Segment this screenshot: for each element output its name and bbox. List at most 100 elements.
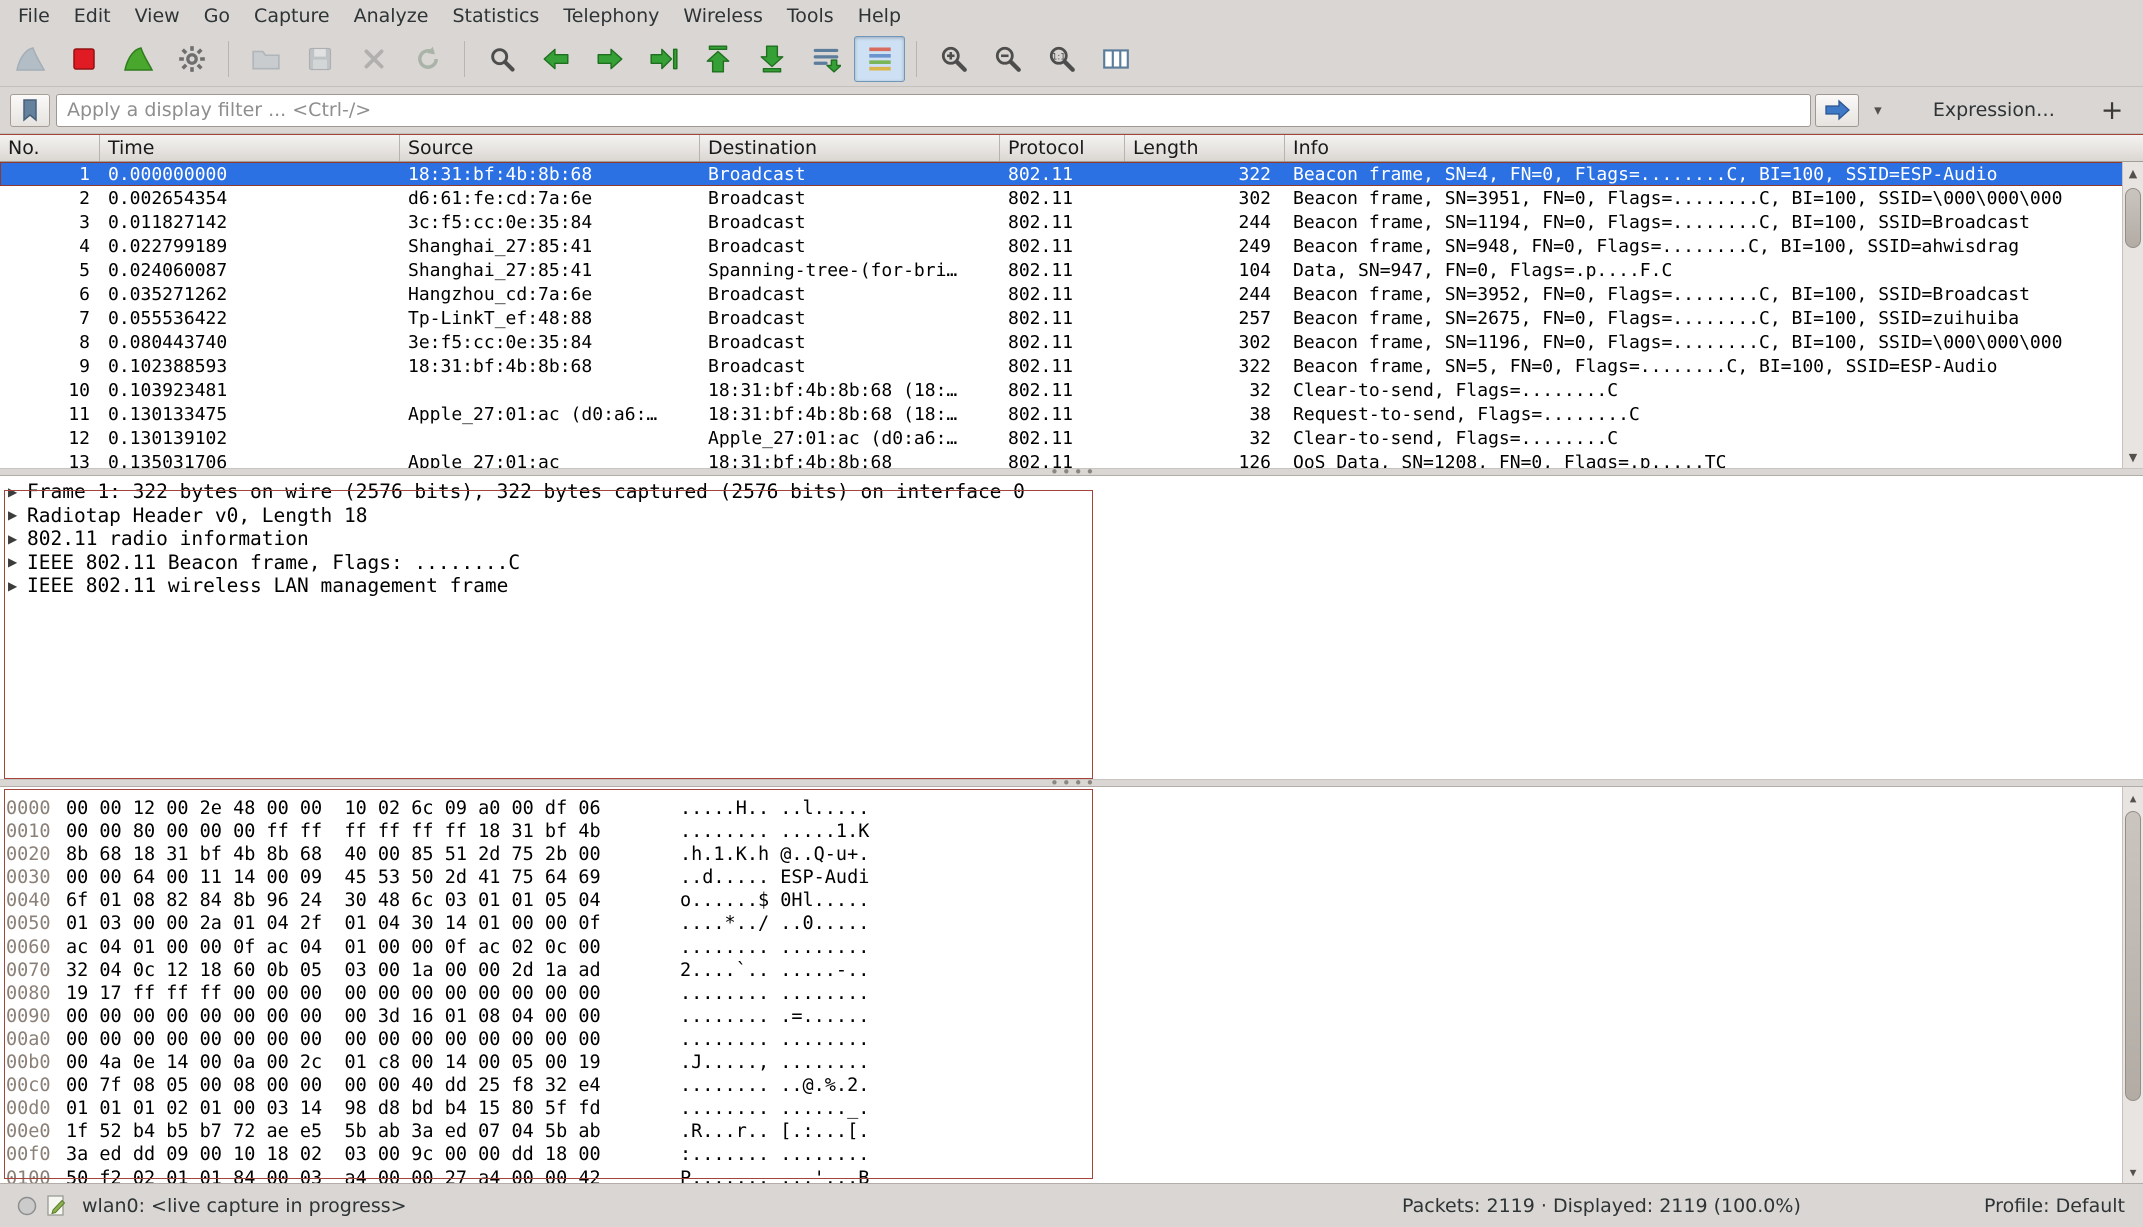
menu-help[interactable]: Help [846, 2, 913, 30]
colorize-button[interactable] [854, 36, 905, 82]
column-header-no[interactable]: No. [0, 135, 100, 161]
column-header-time[interactable]: Time [100, 135, 400, 161]
hex-row[interactable]: 00208b 68 18 31 bf 4b 8b 68 40 00 85 51 … [0, 844, 2143, 867]
go-last-button[interactable] [746, 36, 797, 82]
profile-text[interactable]: Profile: Default [1984, 1195, 2125, 1217]
scroll-down-button[interactable]: ▼ [2123, 446, 2143, 468]
packet-cell-source: 3e:f5:cc:0e:35:84 [400, 332, 700, 353]
packet-cell-destination: Broadcast [700, 308, 1000, 329]
expression-button[interactable]: Expression… [1919, 99, 2069, 121]
scroll-thumb[interactable] [2125, 188, 2141, 248]
hex-row[interactable]: 000000 00 12 00 2e 48 00 00 10 02 6c 09 … [0, 798, 2143, 821]
filter-bookmark-button[interactable] [10, 94, 50, 127]
hex-row[interactable]: 008019 17 ff ff ff 00 00 00 00 00 00 00 … [0, 983, 2143, 1006]
hex-row[interactable]: 010050 f2 02 01 01 84 00 03 a4 00 00 27 … [0, 1168, 2143, 1184]
packet-row[interactable]: 20.002654354d6:61:fe:cd:7a:6eBroadcast80… [0, 186, 2143, 210]
detail-line[interactable]: ▶802.11 radio information [0, 527, 2143, 551]
detail-line[interactable]: ▶IEEE 802.11 wireless LAN management fra… [0, 574, 2143, 598]
zoom-normal-button[interactable]: 1:1 [1036, 36, 1087, 82]
packet-row[interactable]: 80.0804437403e:f5:cc:0e:35:84Broadcast80… [0, 330, 2143, 354]
display-filter-input[interactable] [56, 94, 1811, 127]
capture-comment-icon[interactable] [42, 1194, 72, 1218]
hex-row[interactable]: 00b000 4a 0e 14 00 0a 00 2c 01 c8 00 14 … [0, 1052, 2143, 1075]
hex-row[interactable]: 003000 00 64 00 11 14 00 09 45 53 50 2d … [0, 867, 2143, 890]
go-back-button[interactable] [530, 36, 581, 82]
hex-scrollbar[interactable]: ▲ ▼ [2122, 787, 2143, 1183]
expander-icon[interactable]: ▶ [8, 579, 27, 593]
hex-row[interactable]: 005001 03 00 00 2a 01 04 2f 01 04 30 14 … [0, 913, 2143, 936]
detail-line[interactable]: ▶IEEE 802.11 Beacon frame, Flags: ......… [0, 551, 2143, 575]
column-header-length[interactable]: Length [1125, 135, 1285, 161]
column-header-protocol[interactable]: Protocol [1000, 135, 1125, 161]
hex-row[interactable]: 00406f 01 08 82 84 8b 96 24 30 48 6c 03 … [0, 890, 2143, 913]
capture-stop-button[interactable] [58, 36, 109, 82]
capture-start-button[interactable] [4, 36, 55, 82]
reload-button[interactable] [402, 36, 453, 82]
expander-icon[interactable]: ▶ [8, 532, 27, 546]
menu-wireless[interactable]: Wireless [671, 2, 775, 30]
expander-icon[interactable]: ▶ [8, 485, 27, 499]
capture-options-button[interactable] [166, 36, 217, 82]
open-file-button[interactable] [240, 36, 291, 82]
go-to-packet-button[interactable] [638, 36, 689, 82]
hex-ascii: ....*../ ..0..... [680, 913, 869, 936]
hex-row[interactable]: 009000 00 00 00 00 00 00 00 00 3d 16 01 … [0, 1006, 2143, 1029]
packet-row[interactable]: 120.130139102Apple_27:01:ac (d0:a6:…802.… [0, 426, 2143, 450]
packet-cell-length: 104 [1125, 260, 1285, 281]
hex-row[interactable]: 00a000 00 00 00 00 00 00 00 00 00 00 00 … [0, 1029, 2143, 1052]
detail-line[interactable]: ▶Radiotap Header v0, Length 18 [0, 504, 2143, 528]
menu-statistics[interactable]: Statistics [440, 2, 551, 30]
zoom-out-button[interactable] [982, 36, 1033, 82]
column-header-source[interactable]: Source [400, 135, 700, 161]
menu-view[interactable]: View [123, 2, 192, 30]
packet-row[interactable]: 60.035271262Hangzhou_cd:7a:6eBroadcast80… [0, 282, 2143, 306]
packet-row[interactable]: 110.130133475Apple_27:01:ac (d0:a6:…18:3… [0, 402, 2143, 426]
scroll-thumb[interactable] [2125, 811, 2141, 1101]
expert-info-icon[interactable] [12, 1194, 42, 1218]
find-packet-button[interactable] [476, 36, 527, 82]
scroll-up-button[interactable]: ▲ [2123, 787, 2143, 809]
hex-row[interactable]: 00e01f 52 b4 b5 b7 72 ae e5 5b ab 3a ed … [0, 1121, 2143, 1144]
packet-row[interactable]: 100.10392348118:31:bf:4b:8b:68 (18:…802.… [0, 378, 2143, 402]
menu-capture[interactable]: Capture [242, 2, 342, 30]
close-file-button[interactable] [348, 36, 399, 82]
packet-row[interactable]: 10.00000000018:31:bf:4b:8b:68Broadcast80… [0, 162, 2143, 186]
pane-splitter-top[interactable]: •••• [0, 468, 2143, 476]
menu-telephony[interactable]: Telephony [551, 2, 671, 30]
packet-row[interactable]: 90.10238859318:31:bf:4b:8b:68Broadcast80… [0, 354, 2143, 378]
expander-icon[interactable]: ▶ [8, 555, 27, 569]
menu-tools[interactable]: Tools [775, 2, 846, 30]
go-first-button[interactable] [692, 36, 743, 82]
packet-row[interactable]: 30.0118271423c:f5:cc:0e:35:84Broadcast80… [0, 210, 2143, 234]
packet-row[interactable]: 70.055536422Tp-LinkT_ef:48:88Broadcast80… [0, 306, 2143, 330]
hex-row[interactable]: 00d001 01 01 02 01 00 03 14 98 d8 bd b4 … [0, 1098, 2143, 1121]
capture-restart-button[interactable] [112, 36, 163, 82]
hex-row[interactable]: 007032 04 0c 12 18 60 0b 05 03 00 1a 00 … [0, 960, 2143, 983]
filter-add-button[interactable]: + [2091, 95, 2133, 126]
go-forward-button[interactable] [584, 36, 635, 82]
hex-row[interactable]: 001000 00 80 00 00 00 ff ff ff ff ff ff … [0, 821, 2143, 844]
scroll-up-button[interactable]: ▲ [2123, 162, 2143, 184]
scroll-down-button[interactable]: ▼ [2123, 1161, 2143, 1183]
expander-icon[interactable]: ▶ [8, 508, 27, 522]
menu-analyze[interactable]: Analyze [342, 2, 441, 30]
detail-line[interactable]: ▶Frame 1: 322 bytes on wire (2576 bits),… [0, 480, 2143, 504]
menu-edit[interactable]: Edit [62, 2, 123, 30]
auto-scroll-button[interactable] [800, 36, 851, 82]
hex-row[interactable]: 00f03a ed dd 09 00 10 18 02 03 00 9c 00 … [0, 1144, 2143, 1167]
hex-row[interactable]: 00c000 7f 08 05 00 08 00 00 00 00 40 dd … [0, 1075, 2143, 1098]
hex-row[interactable]: 0060ac 04 01 00 00 0f ac 04 01 00 00 0f … [0, 937, 2143, 960]
column-header-destination[interactable]: Destination [700, 135, 1000, 161]
packet-list-scrollbar[interactable]: ▲ ▼ [2122, 162, 2143, 468]
menu-go[interactable]: Go [192, 2, 242, 30]
filter-apply-button[interactable] [1815, 94, 1859, 127]
filter-history-dropdown[interactable]: ▾ [1865, 94, 1891, 127]
zoom-in-button[interactable] [928, 36, 979, 82]
save-file-button[interactable] [294, 36, 345, 82]
pane-splitter-bottom[interactable]: •••• [0, 779, 2143, 787]
column-header-info[interactable]: Info [1285, 135, 2143, 161]
packet-row[interactable]: 40.022799189Shanghai_27:85:41Broadcast80… [0, 234, 2143, 258]
resize-columns-button[interactable] [1090, 36, 1141, 82]
menu-file[interactable]: File [6, 2, 62, 30]
packet-row[interactable]: 50.024060087Shanghai_27:85:41Spanning-tr… [0, 258, 2143, 282]
